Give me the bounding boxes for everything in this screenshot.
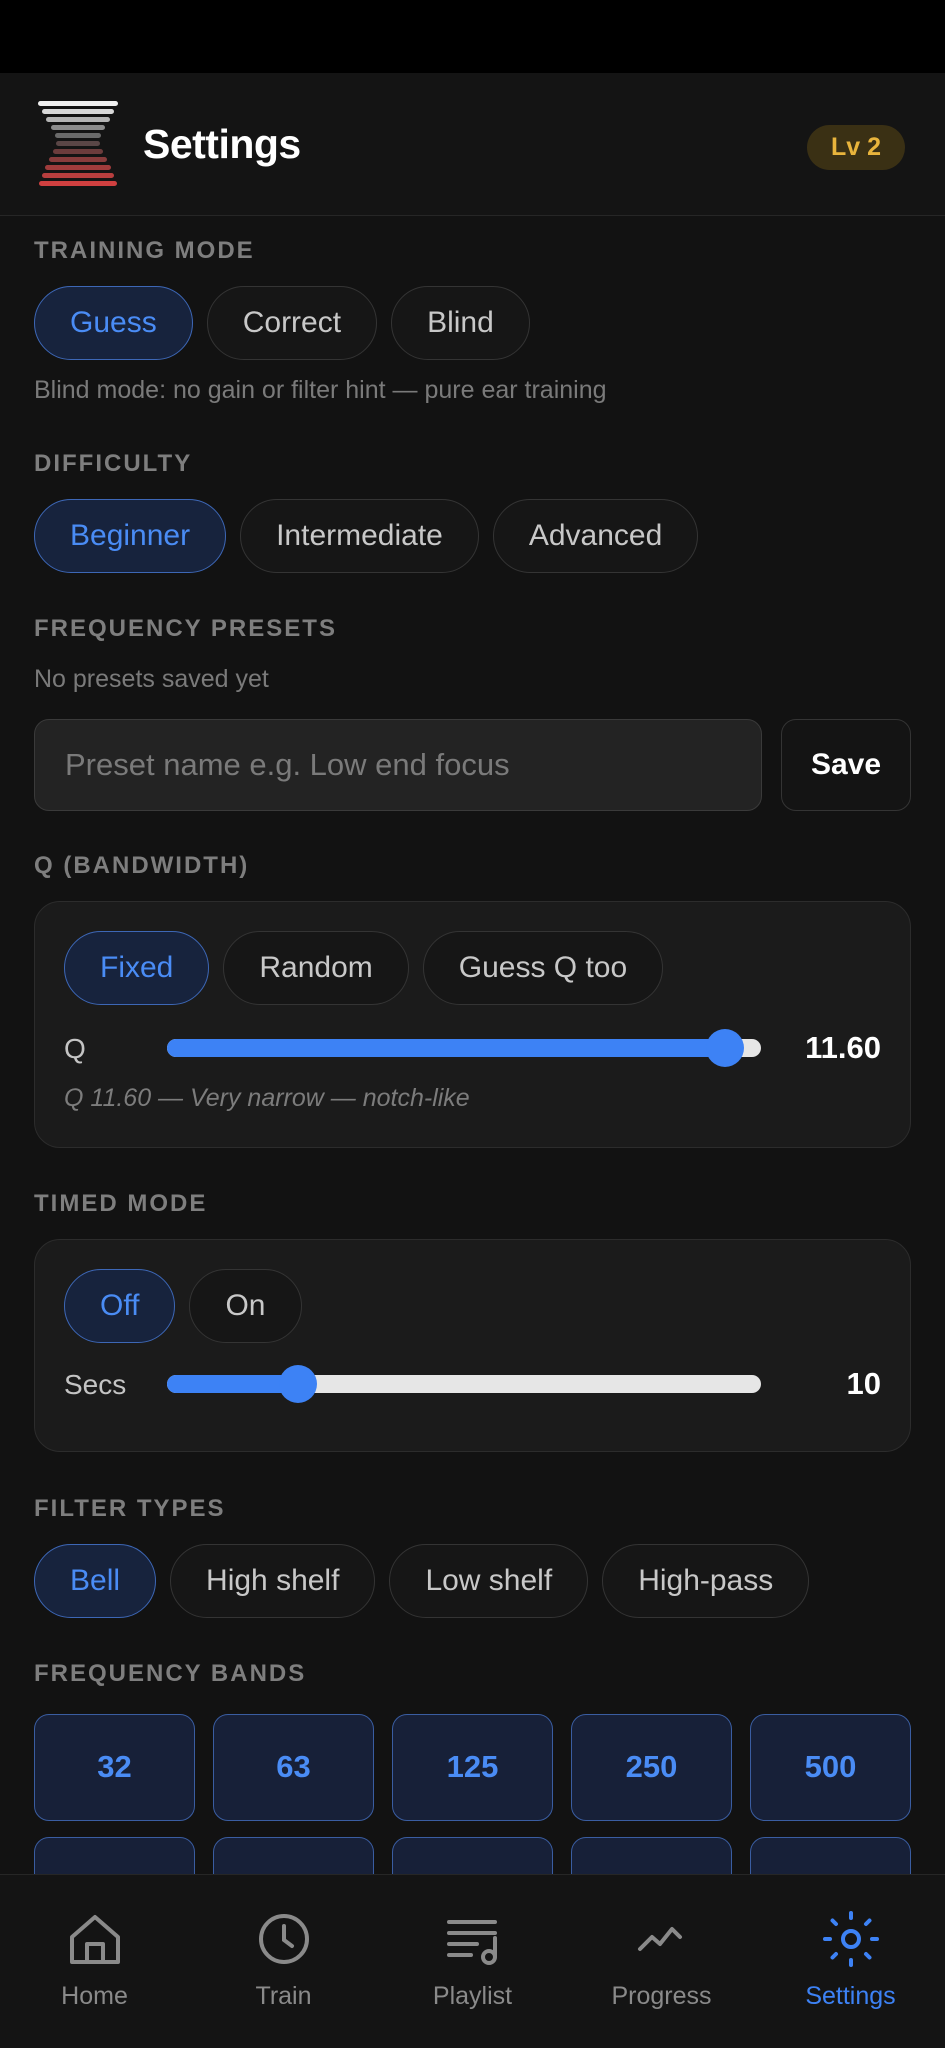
band-32[interactable]: 32 — [34, 1714, 195, 1821]
q-slider-label: Q — [64, 1033, 86, 1064]
timed-mode-on[interactable]: On — [189, 1269, 302, 1343]
filter-bell[interactable]: Bell — [34, 1544, 157, 1618]
difficulty-beginner[interactable]: Beginner — [34, 499, 227, 573]
nav-home[interactable]: Home — [0, 1875, 189, 2048]
settings-content[interactable]: TRAINING MODE Guess Correct Blind Blind … — [0, 217, 945, 1874]
training-mode-hint: Blind mode: no gain or filter hint — pur… — [34, 376, 607, 404]
difficulty-advanced[interactable]: Advanced — [492, 499, 699, 573]
filter-high-shelf[interactable]: High shelf — [170, 1544, 376, 1618]
trend-icon — [638, 1927, 682, 1951]
nav-playlist[interactable]: Playlist — [378, 1875, 567, 2048]
clock-icon — [259, 1914, 309, 1964]
nav-home-label: Home — [61, 1982, 128, 2010]
timed-mode-label: TIMED MODE — [34, 1190, 208, 1217]
gear-icon — [823, 1911, 879, 1967]
q-bandwidth-label: Q (BANDWIDTH) — [34, 852, 250, 879]
timed-mode-card: Off On Secs 10 — [34, 1239, 911, 1452]
q-description: Q 11.60 — Very narrow — notch-like — [64, 1084, 470, 1112]
filter-low-shelf[interactable]: Low shelf — [389, 1544, 589, 1618]
presets-empty-text: No presets saved yet — [34, 665, 269, 693]
difficulty-intermediate[interactable]: Intermediate — [240, 499, 479, 573]
app-logo — [38, 101, 118, 186]
q-slider-fill — [167, 1039, 726, 1057]
band-500[interactable]: 500 — [750, 1714, 911, 1821]
difficulty-selector: Beginner Intermediate Advanced — [34, 499, 699, 573]
training-mode-label: TRAINING MODE — [34, 237, 255, 264]
app-header: Settings Lv 2 — [0, 73, 945, 216]
nav-progress[interactable]: Progress — [567, 1875, 756, 2048]
secs-slider[interactable] — [167, 1365, 761, 1403]
q-slider[interactable] — [167, 1029, 761, 1067]
frequency-presets-label: FREQUENCY PRESETS — [34, 615, 337, 642]
q-slider-thumb[interactable] — [706, 1029, 745, 1067]
band-partial[interactable] — [392, 1837, 553, 1874]
band-250[interactable]: 250 — [571, 1714, 732, 1821]
q-mode-selector: Fixed Random Guess Q too — [64, 931, 664, 1005]
band-125[interactable]: 125 — [392, 1714, 553, 1821]
secs-value: 10 — [846, 1366, 881, 1401]
band-partial[interactable] — [213, 1837, 374, 1874]
training-mode-selector: Guess Correct Blind — [34, 286, 530, 360]
difficulty-label: DIFFICULTY — [34, 450, 193, 477]
nav-settings[interactable]: Settings — [756, 1875, 945, 2048]
page-title: Settings — [143, 121, 301, 167]
filter-types-label: FILTER TYPES — [34, 1495, 226, 1522]
secs-slider-label: Secs — [64, 1369, 127, 1400]
q-value: 11.60 — [805, 1030, 881, 1065]
q-bandwidth-card: Fixed Random Guess Q too Q 11.60 Q 11.60… — [34, 901, 911, 1148]
timed-mode-selector: Off On — [64, 1269, 302, 1343]
nav-progress-label: Progress — [611, 1982, 712, 2010]
training-mode-guess[interactable]: Guess — [34, 286, 193, 360]
timed-mode-off[interactable]: Off — [64, 1269, 176, 1343]
save-preset-button[interactable]: Save — [781, 719, 911, 811]
training-mode-blind[interactable]: Blind — [391, 286, 530, 360]
q-mode-random[interactable]: Random — [223, 931, 409, 1005]
playlist-icon — [447, 1920, 497, 1965]
level-badge: Lv 2 — [806, 125, 905, 170]
filter-types-selector: Bell High shelf Low shelf High-pass — [34, 1544, 810, 1618]
frequency-bands-label: FREQUENCY BANDS — [34, 1660, 307, 1687]
band-partial[interactable] — [750, 1837, 911, 1874]
band-partial[interactable] — [34, 1837, 195, 1874]
q-mode-guess-q[interactable]: Guess Q too — [422, 931, 664, 1005]
secs-slider-thumb[interactable] — [278, 1365, 317, 1403]
nav-playlist-label: Playlist — [432, 1982, 513, 2010]
q-mode-fixed[interactable]: Fixed — [64, 931, 210, 1005]
band-partial[interactable] — [571, 1837, 732, 1874]
nav-train[interactable]: Train — [189, 1875, 378, 2048]
preset-name-input[interactable] — [34, 719, 762, 811]
bottom-nav: Home Train Playlist Progress Settings — [0, 1874, 945, 2048]
nav-settings-label: Settings — [805, 1982, 896, 2010]
home-icon — [70, 1915, 120, 1964]
status-bar — [0, 0, 945, 73]
training-mode-correct[interactable]: Correct — [206, 286, 378, 360]
filter-high-pass[interactable]: High-pass — [602, 1544, 810, 1618]
band-63[interactable]: 63 — [213, 1714, 374, 1821]
nav-train-label: Train — [255, 1982, 312, 2010]
